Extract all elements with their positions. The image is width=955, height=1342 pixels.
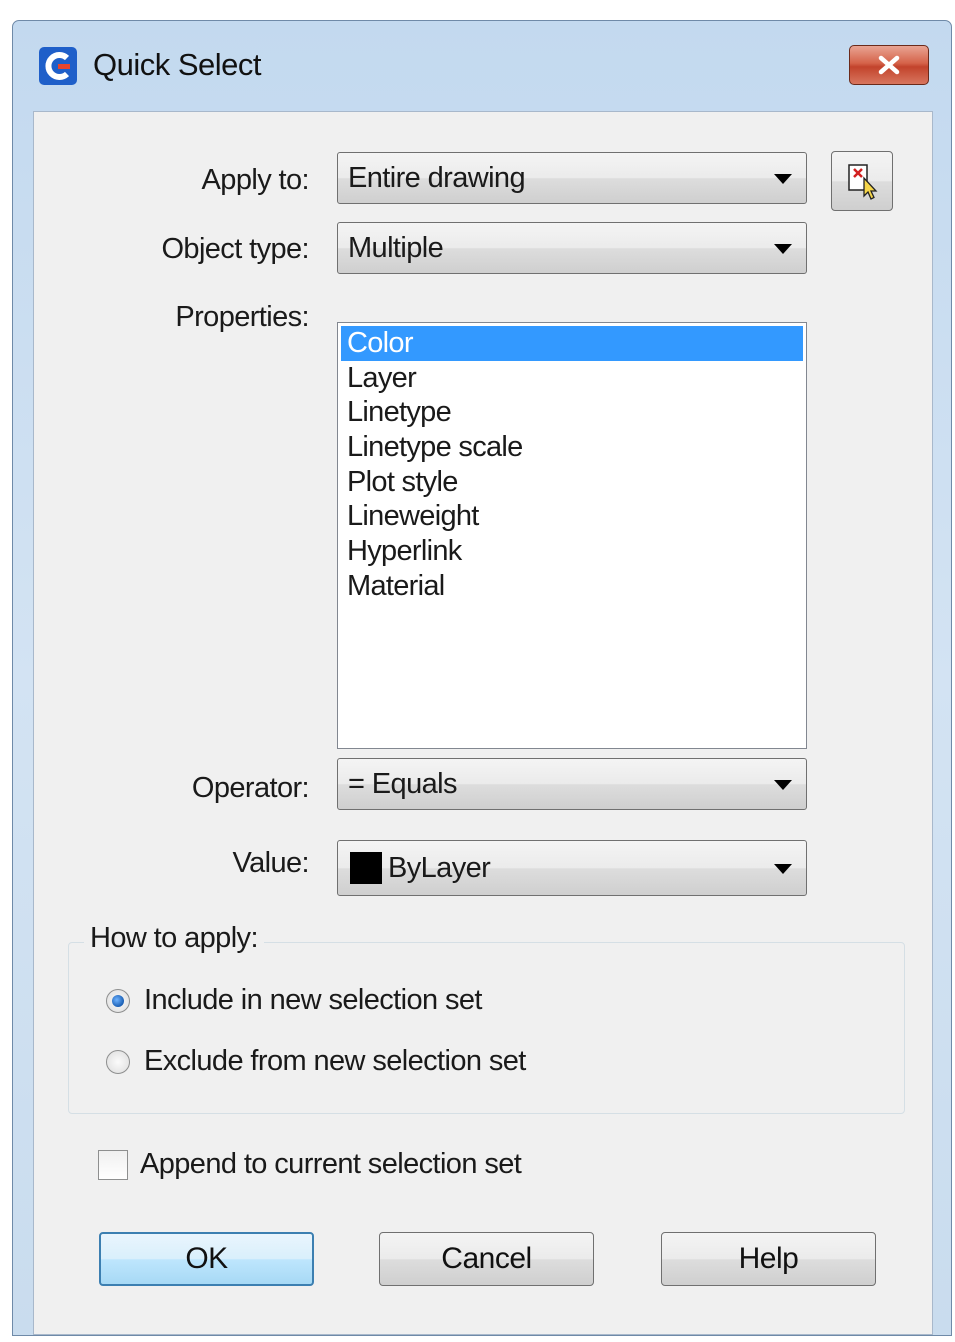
cancel-button[interactable]: Cancel xyxy=(379,1232,594,1286)
object-type-value: Multiple xyxy=(348,232,444,264)
how-to-apply-title: How to apply: xyxy=(84,922,264,955)
list-item[interactable]: Layer xyxy=(341,361,803,396)
list-item[interactable]: Material xyxy=(341,569,803,604)
exclude-radio-label: Exclude from new selection set xyxy=(144,1045,526,1077)
quick-select-dialog: Quick Select Apply to: Entire drawing Ob… xyxy=(12,20,952,1336)
select-objects-icon xyxy=(848,164,878,200)
title-bar[interactable]: Quick Select xyxy=(13,21,951,111)
append-checkbox[interactable] xyxy=(98,1149,128,1180)
include-radio-label: Include in new selection set xyxy=(144,984,482,1016)
operator-label: Operator: xyxy=(191,772,310,804)
chevron-down-icon xyxy=(774,244,792,254)
chevron-down-icon xyxy=(774,780,792,790)
ok-button[interactable]: OK xyxy=(99,1232,314,1286)
close-icon xyxy=(878,55,900,75)
list-item[interactable]: Linetype xyxy=(341,395,803,430)
value-value: ByLayer xyxy=(388,852,491,884)
append-option[interactable]: Append to current selection set xyxy=(98,1148,522,1181)
include-radio[interactable] xyxy=(106,988,130,1013)
close-button[interactable] xyxy=(849,45,929,85)
value-label: Value: xyxy=(232,847,310,879)
help-button[interactable]: Help xyxy=(661,1232,876,1286)
exclude-radio-option[interactable]: Exclude from new selection set xyxy=(106,1045,526,1078)
list-item[interactable]: Color xyxy=(341,326,803,361)
apply-to-select[interactable]: Entire drawing xyxy=(337,152,807,204)
properties-list[interactable]: Color Layer Linetype Linetype scale Plot… xyxy=(337,322,807,749)
color-swatch xyxy=(350,852,382,884)
apply-to-label: Apply to: xyxy=(201,164,310,196)
value-select[interactable]: ByLayer xyxy=(337,840,807,896)
dialog-title: Quick Select xyxy=(93,47,262,82)
list-item[interactable]: Linetype scale xyxy=(341,430,803,465)
list-item[interactable]: Hyperlink xyxy=(341,534,803,569)
exclude-radio[interactable] xyxy=(106,1049,130,1074)
object-type-label: Object type: xyxy=(161,233,309,265)
include-radio-option[interactable]: Include in new selection set xyxy=(106,984,482,1017)
apply-to-value: Entire drawing xyxy=(348,162,526,194)
list-item[interactable]: Lineweight xyxy=(341,499,803,534)
object-type-select[interactable]: Multiple xyxy=(337,222,807,274)
chevron-down-icon xyxy=(774,174,792,184)
properties-label: Properties: xyxy=(175,301,309,333)
how-to-apply-group xyxy=(68,942,905,1114)
operator-value: = Equals xyxy=(348,768,457,800)
select-objects-button[interactable] xyxy=(831,151,893,211)
app-logo-icon xyxy=(39,47,77,85)
dialog-body: Apply to: Entire drawing Object type: Mu… xyxy=(33,111,933,1335)
append-label: Append to current selection set xyxy=(140,1148,522,1180)
list-item[interactable]: Plot style xyxy=(341,465,803,500)
chevron-down-icon xyxy=(774,864,792,874)
operator-select[interactable]: = Equals xyxy=(337,758,807,810)
